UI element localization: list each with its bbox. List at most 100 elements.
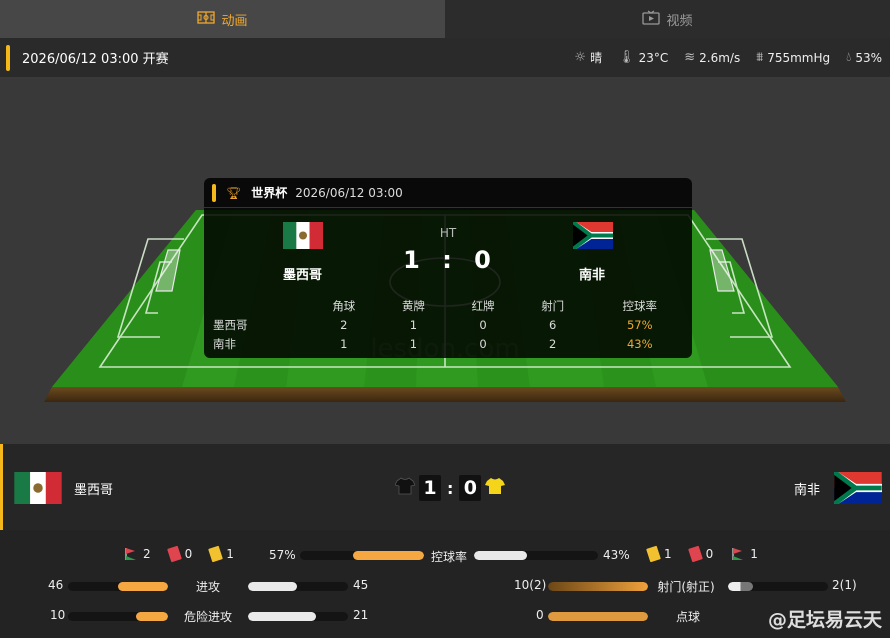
away-team-name: 南非 [794,483,821,498]
card-header: 🏆︎ 世界杯 2026/06/12 03:00 [204,178,692,208]
home-dangerous-attacks: 10 [50,608,66,622]
home-penalties-bar [548,612,648,621]
home-shots-fill [548,582,648,591]
home-event-counts: 2 0 1 [124,545,234,563]
home-attacks-bar [68,582,168,591]
sun-icon: ☼ [574,50,587,65]
tv-icon [642,10,661,29]
accent-marker [212,183,216,202]
home-yellow-cards: 1 [226,547,234,561]
red-card-icon [687,545,703,563]
away-corners: 1 [750,547,758,561]
summary-table: 角球 黄牌 红牌 射门 控球率 墨西哥 2 1 0 6 57% 南非 1 1 0… [204,296,692,353]
row-team: 南非 [213,336,236,351]
corner-flag-icon [731,547,745,561]
tab-bar: 动画 视频 [0,0,890,38]
cell: 6 [549,317,557,332]
humidity: 53% [855,50,882,65]
home-penalties: 0 [536,608,544,622]
home-dangerous-fill [136,612,168,621]
table-header-row: 角球 黄牌 红牌 射门 控球率 [204,296,692,315]
accent-marker [6,44,10,71]
home-attacks: 46 [48,578,64,592]
trophy-icon: 🏆︎ [226,185,242,200]
thermometer-icon: 🌡︎ [618,50,635,65]
wind-icon: ≋ [684,50,696,65]
away-attacks-fill [248,582,297,591]
temperature: 23°C [638,50,669,65]
yellow-card-icon [208,545,224,563]
cell: 1 [340,336,348,351]
pressure: 755mmHg [767,50,831,65]
away-possession-fill [474,551,528,560]
away-possession-bar [474,551,598,560]
corner-flag-icon [124,547,138,561]
home-score: 1 [403,246,422,274]
match-datetime: 2026/06/12 03:00 [295,185,403,200]
away-attacks: 45 [353,578,369,592]
away-attacks-bar [248,582,348,591]
pressure-icon: ⩩ [756,50,764,65]
wind-speed: 2.6m/s [699,50,741,65]
penalties-label: 点球 [675,610,700,624]
yellow-card-icon [646,545,661,563]
home-possession: 57% [269,548,296,562]
home-shirt-icon [394,477,416,500]
tab-animation-label: 动画 [221,13,248,29]
score-separator: : [447,478,454,498]
away-shots-bar [728,582,828,591]
table-row: 墨西哥 2 1 0 6 57% [204,315,692,334]
home-penalties-fill [548,612,648,621]
score-display: 1 : 0 [394,475,506,501]
weather-condition: 晴 [590,51,603,65]
away-dangerous-attacks: 21 [353,608,369,622]
dangerous-attack-label: 危险进攻 [183,610,232,624]
score-separator: : [442,246,454,274]
tab-animation[interactable]: 动画 [0,0,445,38]
match-status: HT [439,226,457,240]
home-attacks-fill [118,582,168,591]
humidity-icon: 💧︎ [846,50,852,65]
col-red: 红牌 [471,298,495,313]
away-score: 0 [459,475,482,501]
watermark: @足坛易云天 [767,609,882,631]
home-corners: 2 [143,547,151,561]
possession-label: 控球率 [430,550,467,564]
home-dangerous-bar [68,612,168,621]
cell: 1 [409,317,418,332]
pitch-icon [197,10,216,28]
cell: 57% [626,317,653,332]
away-red-cards: 0 [705,547,714,561]
away-shirt-icon [485,477,506,500]
away-shots-fill [728,582,753,591]
cell: 43% [626,336,653,351]
shots-label: 射门(射正) [657,580,715,594]
col-yellow: 黄牌 [401,298,425,313]
col-corners: 角球 [332,298,356,313]
away-dangerous-fill [248,612,316,621]
away-event-counts: 1 0 1 [646,545,758,563]
away-dangerous-bar [248,612,348,621]
mexico-flag-icon [14,472,62,504]
attack-label: 进攻 [195,580,220,594]
home-team-name: 墨西哥 [74,483,114,498]
cell: 2 [549,336,557,351]
tab-video[interactable]: 视频 [445,0,890,38]
home-possession-bar [300,551,424,560]
south-africa-flag-icon [834,472,882,504]
away-score: 0 [474,246,493,274]
row-team: 墨西哥 [213,317,248,332]
home-shots: 10(2) [514,578,547,592]
away-yellow-cards: 1 [664,547,672,561]
red-card-icon [166,545,182,563]
scoreboard: 墨西哥 1 : 0 南非 [0,444,890,530]
tab-video-label: 视频 [666,13,693,29]
match-score: 1 : 0 [204,246,692,274]
cell: 0 [479,317,487,332]
match-info-bar: 2026/06/12 03:00 开赛 ☼ 晴 🌡︎ 23°C ≋ 2.6m/s ⩩ 7… [0,38,890,77]
home-red-cards: 0 [184,547,193,561]
cell: 1 [409,336,418,351]
table-row: 南非 1 1 0 2 43% [204,334,692,353]
weather-info: ☼ 晴 🌡︎ 23°C ≋ 2.6m/s ⩩ 755mmHg 💧︎ 53% [574,49,882,66]
away-shots: 2(1) [832,578,857,592]
